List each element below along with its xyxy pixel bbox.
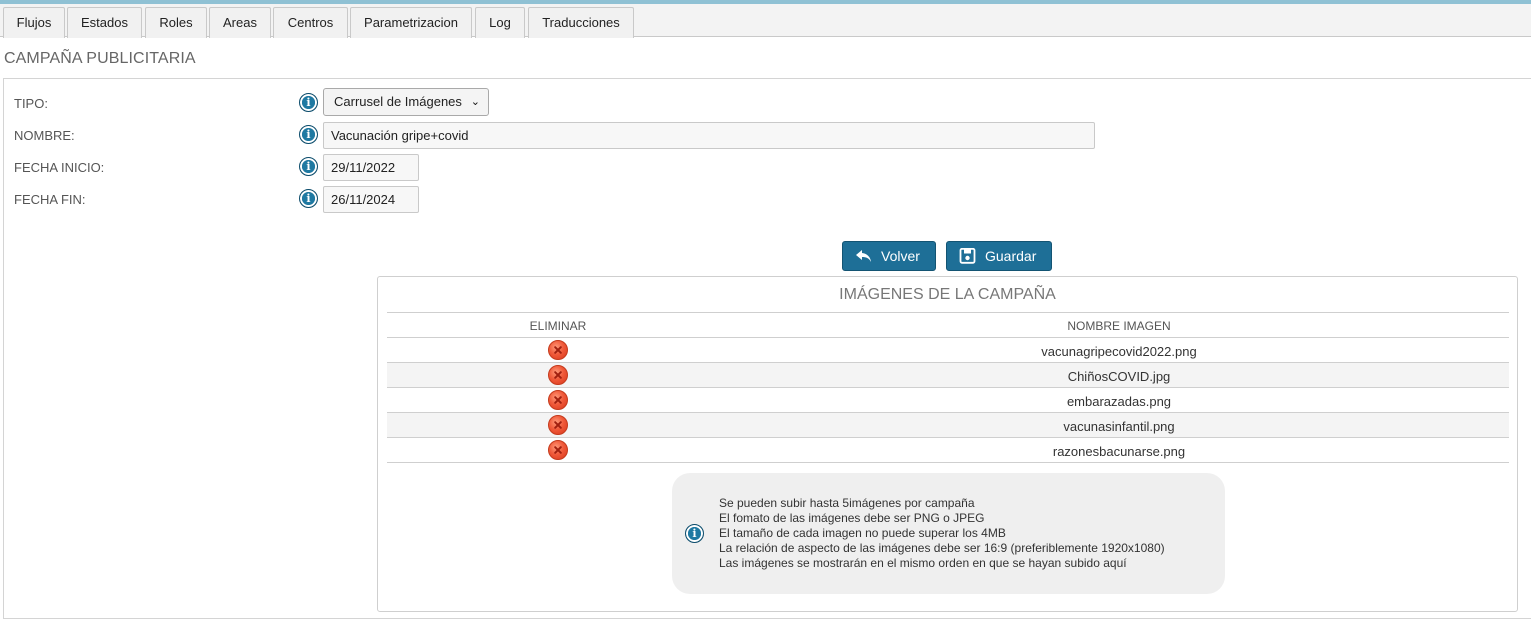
table-row: ChiñosCOVID.jpg xyxy=(387,363,1509,388)
nombre-input[interactable]: Vacunación gripe+covid xyxy=(323,122,1095,149)
fecha-inicio-info-icon[interactable]: i xyxy=(299,157,318,176)
undo-arrow-icon xyxy=(856,250,871,262)
image-name: razonesbacunarse.png xyxy=(1052,444,1186,459)
fecha-inicio-label: FECHA INICIO: xyxy=(14,160,105,175)
delete-icon[interactable] xyxy=(548,440,568,460)
upload-rules-notice: i Se pueden subir hasta 5imágenes por ca… xyxy=(672,473,1225,594)
delete-icon[interactable] xyxy=(548,390,568,410)
volver-button[interactable]: Volver xyxy=(842,241,936,271)
table-row: vacunasinfantil.png xyxy=(387,413,1509,438)
tipo-select[interactable]: Carrusel de Imágenes ⌄ xyxy=(323,88,489,116)
fecha-fin-info-icon[interactable]: i xyxy=(299,189,318,208)
tipo-select-value: Carrusel de Imágenes xyxy=(334,94,462,109)
image-name: vacunagripecovid2022.png xyxy=(1041,344,1197,359)
tab-estados[interactable]: Estados xyxy=(67,7,142,38)
nombre-info-icon[interactable]: i xyxy=(299,125,318,144)
notice-line: El fomato de las imágenes debe ser PNG o… xyxy=(719,511,985,525)
tab-parametrizacion[interactable]: Parametrizacion xyxy=(350,7,472,38)
tab-areas[interactable]: Areas xyxy=(209,7,271,38)
tab-centros[interactable]: Centros xyxy=(273,7,348,38)
image-name: vacunasinfantil.png xyxy=(1063,419,1175,434)
volver-button-label: Volver xyxy=(881,248,920,264)
table-row: razonesbacunarse.png xyxy=(387,438,1509,463)
notice-line: Se pueden subir hasta 5imágenes por camp… xyxy=(719,496,975,510)
fecha-inicio-input[interactable]: 29/11/2022 xyxy=(323,154,419,181)
table-header: ELIMINAR NOMBRE IMAGEN xyxy=(387,312,1509,338)
notice-line: La relación de aspecto de las imágenes d… xyxy=(719,541,1165,555)
fecha-fin-input[interactable]: 26/11/2024 xyxy=(323,186,419,213)
save-disk-icon xyxy=(959,248,976,264)
tab-roles[interactable]: Roles xyxy=(145,7,207,38)
notice-line: El tamaño de cada imagen no puede supera… xyxy=(719,526,1006,540)
guardar-button[interactable]: Guardar xyxy=(946,241,1052,271)
notice-line: Las imágenes se mostrarán en el mismo or… xyxy=(719,556,1127,570)
gallery-title: IMÁGENES DE LA CAMPAÑA xyxy=(839,286,1056,303)
tab-traducciones[interactable]: Traducciones xyxy=(528,7,634,38)
notice-info-icon: i xyxy=(685,524,704,543)
delete-icon[interactable] xyxy=(548,415,568,435)
tab-log[interactable]: Log xyxy=(475,7,525,38)
page-title: CAMPAÑA PUBLICITARIA xyxy=(4,50,196,67)
delete-icon[interactable] xyxy=(548,340,568,360)
tab-flujos[interactable]: Flujos xyxy=(3,7,65,38)
column-header-eliminar: ELIMINAR xyxy=(529,319,587,333)
column-header-nombre-imagen: NOMBRE IMAGEN xyxy=(1067,319,1171,333)
tipo-label: TIPO: xyxy=(14,96,48,111)
tab-bar: Flujos Estados Roles Areas Centros Param… xyxy=(0,4,1531,38)
chevron-down-icon: ⌄ xyxy=(470,96,480,108)
nombre-label: NOMBRE: xyxy=(14,128,75,143)
fecha-fin-label: FECHA FIN: xyxy=(14,192,86,207)
guardar-button-label: Guardar xyxy=(985,248,1037,264)
delete-icon[interactable] xyxy=(548,365,568,385)
table-row: embarazadas.png xyxy=(387,388,1509,413)
table-row: vacunagripecovid2022.png xyxy=(387,338,1509,363)
images-table: ELIMINAR NOMBRE IMAGEN vacunagripecovid2… xyxy=(387,312,1509,463)
image-name: embarazadas.png xyxy=(1066,394,1172,409)
tipo-info-icon[interactable]: i xyxy=(299,93,318,112)
image-name: ChiñosCOVID.jpg xyxy=(1067,369,1171,384)
